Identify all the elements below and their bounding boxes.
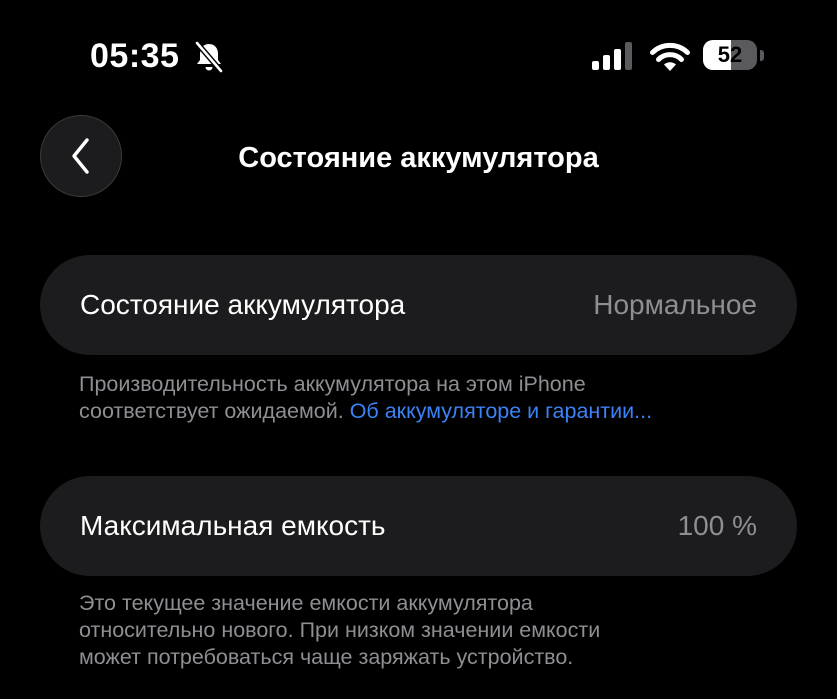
footnote-line-with-link: соответствует ожидаемой. Об аккумуляторе…	[79, 398, 779, 425]
page-title: Состояние аккумулятора	[238, 142, 599, 174]
battery-health-screen: 05:35 52 Состояние аккумулятора Состояни…	[0, 0, 837, 699]
battery-health-cell: Состояние аккумулятора Нормальное	[40, 255, 797, 355]
footnote-line: может потребоваться чаще заряжать устрой…	[79, 645, 574, 669]
max-capacity-label: Максимальная емкость	[80, 510, 386, 541]
footnote-line: относительно нового. При низком значении…	[79, 618, 601, 642]
battery-warranty-link[interactable]: Об аккумуляторе и гарантии...	[350, 399, 652, 423]
max-capacity-cell: Максимальная емкость 100 %	[40, 476, 797, 576]
max-capacity-footnote: Это текущее значение емкости аккумулятор…	[79, 590, 779, 671]
battery-body: 52	[703, 40, 757, 70]
cellular-signal-icon	[592, 42, 632, 70]
max-capacity-value: 100 %	[677, 510, 757, 541]
status-time: 05:35	[90, 37, 180, 75]
battery-health-footnote: Производительность аккумулятора на этом …	[79, 371, 779, 425]
battery-health-label: Состояние аккумулятора	[80, 289, 406, 320]
battery-health-value: Нормальное	[593, 289, 757, 320]
wifi-icon	[650, 42, 690, 71]
battery-icon: 52	[703, 40, 767, 72]
battery-cap	[760, 50, 764, 61]
battery-percent: 52	[717, 42, 743, 67]
bell-slash-icon	[194, 40, 224, 74]
footnote-line: Это текущее значение емкости аккумулятор…	[79, 591, 533, 615]
footnote-text: соответствует ожидаемой.	[79, 399, 344, 423]
footnote-line: Производительность аккумулятора на этом …	[79, 372, 586, 396]
